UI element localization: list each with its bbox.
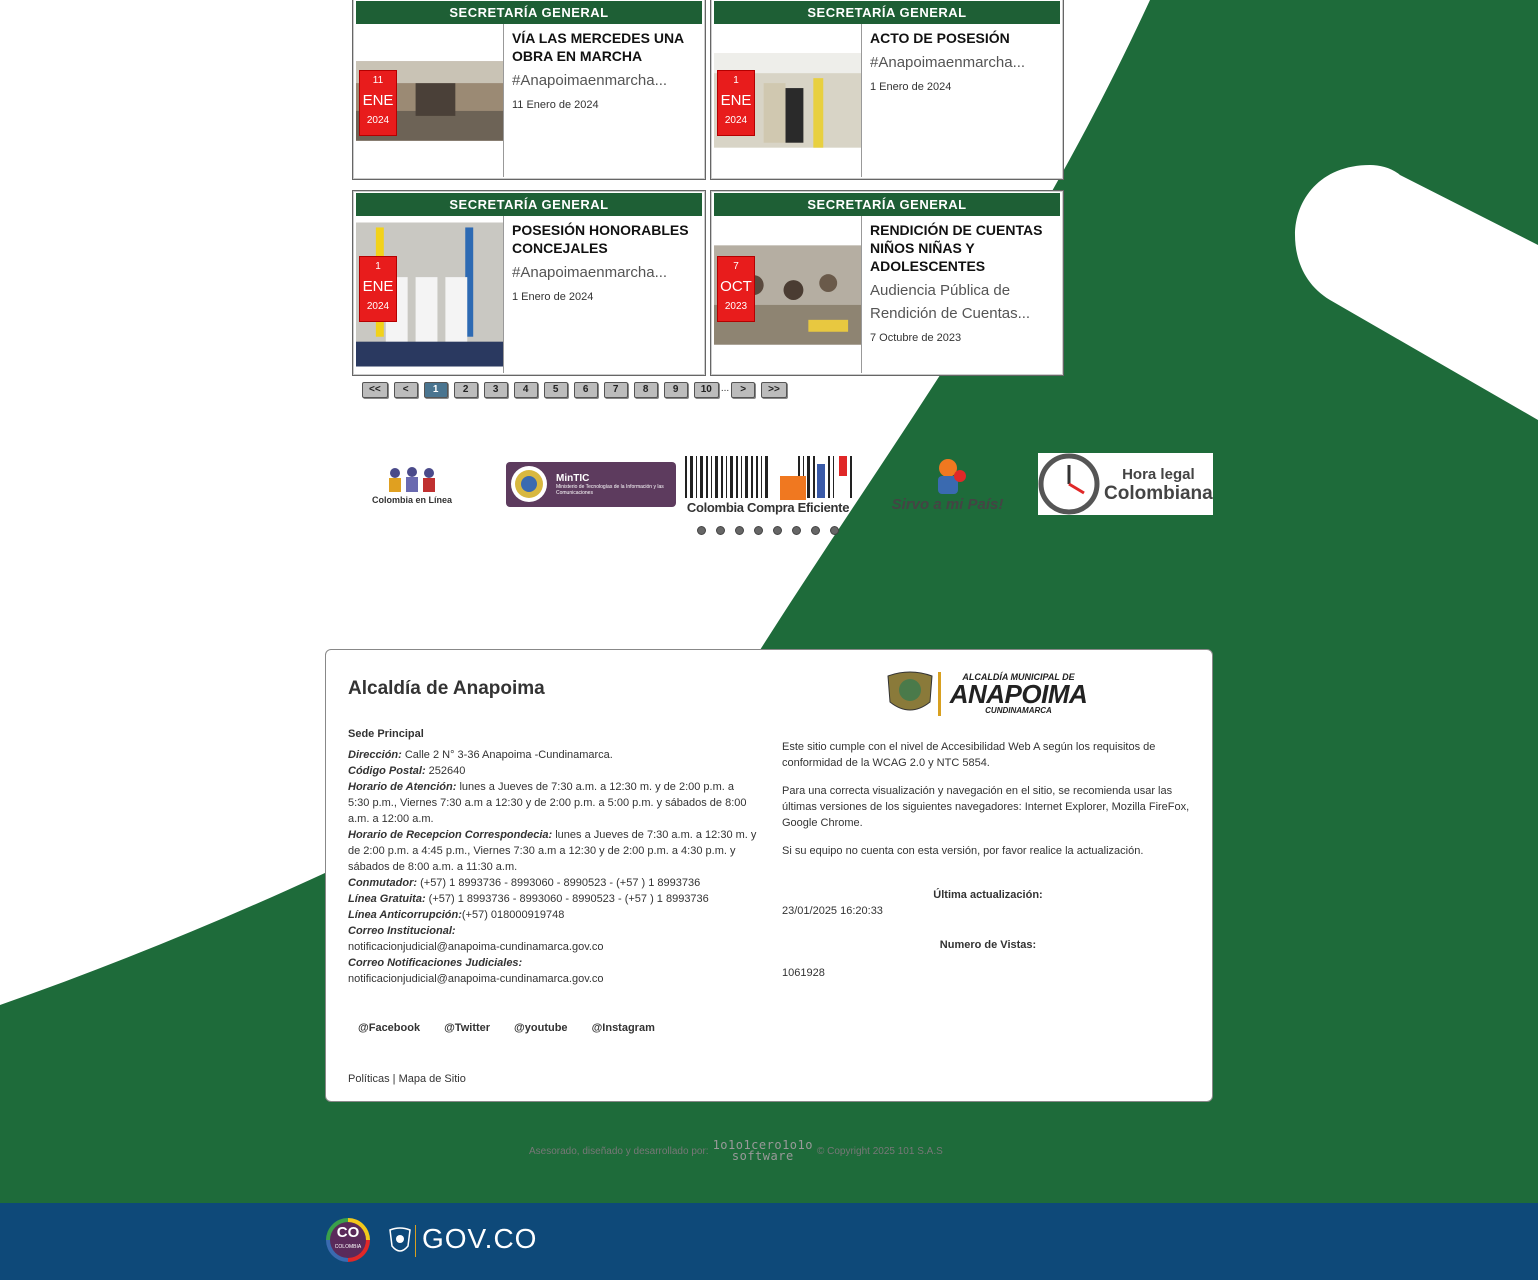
news-date: 7 Octubre de 2023 (870, 332, 962, 344)
colombia-compra-logo[interactable]: Colombia Compra Eficiente (682, 452, 854, 516)
instagram-link[interactable]: @Instagram (592, 1022, 655, 1034)
institutional-email-link[interactable]: notificacionjudicial@anapoima-cundinamar… (348, 939, 758, 955)
news-excerpt: #Anapoimaenmarcha... (870, 54, 1026, 71)
accessibility-note: Este sitio cumple con el nivel de Accesi… (782, 741, 1156, 769)
carousel-dot[interactable] (716, 526, 725, 535)
update-note: Si su equipo no cuenta con esta versión,… (782, 845, 1144, 857)
last-update-label: Última actualización: (933, 889, 1043, 901)
browsers-note: Para una correcta visualización y navega… (782, 785, 1190, 829)
views-value: 1061928 (782, 967, 825, 979)
barcode-icon (685, 455, 852, 500)
policies-link[interactable]: Políticas (348, 1073, 390, 1085)
clock-icon (1038, 453, 1100, 515)
news-image[interactable]: 11 ENE 2024 (356, 24, 504, 177)
contact-info: Sede Principal Dirección: Calle 2 N° 3-3… (348, 728, 758, 987)
person-icon (937, 458, 966, 494)
page-ellipsis: ... (720, 383, 730, 394)
page-button[interactable]: 1 (423, 382, 448, 398)
news-title[interactable]: VÍA LAS MERCEDES UNA OBRA EN MARCHA (512, 29, 699, 65)
judicial-email-link[interactable]: notificacionjudicial@anapoima-cundinamar… (348, 971, 758, 987)
page-button[interactable]: 3 (483, 382, 508, 398)
sitemap-link[interactable]: Mapa de Sitio (399, 1073, 466, 1085)
twitter-link[interactable]: @Twitter (444, 1022, 490, 1034)
date-badge: 1 ENE 2024 (359, 256, 397, 322)
mintic-logo[interactable]: MinTIC Ministerio de Tecnologías de la I… (506, 462, 676, 507)
news-category: SECRETARÍA GENERAL (356, 1, 702, 24)
facebook-link[interactable]: @Facebook (358, 1022, 420, 1034)
developer-logo[interactable]: 1o1o1cero1o1o software (713, 1139, 813, 1162)
news-card[interactable]: SECRETARÍA GENERAL 7 OCT 2023 RENDICIÓN DE… (710, 190, 1064, 376)
carousel-dot[interactable] (735, 526, 744, 535)
date-badge: 11 ENE 2024 (359, 70, 397, 136)
news-card[interactable]: SECRETARÍA GENERAL 1 ENE 2024 ACTO DE POSE… (710, 0, 1064, 180)
news-image[interactable]: 1 ENE 2024 (714, 24, 862, 177)
sirvo-a-mi-pais-logo[interactable]: Sirvo a mi País! (890, 452, 1005, 516)
news-image[interactable]: 1 ENE 2024 (356, 216, 504, 373)
page-button[interactable]: 7 (603, 382, 628, 398)
carousel-dot[interactable] (811, 526, 820, 535)
national-shield-icon (389, 1227, 411, 1252)
footer-title: Alcaldía de Anapoima (348, 678, 545, 699)
carousel-dot[interactable] (754, 526, 763, 535)
page-first-button[interactable]: << (362, 382, 388, 398)
colombia-en-linea-logo[interactable]: Colombia en Línea (372, 456, 452, 514)
news-card[interactable]: SECRETARÍA GENERAL 11 ENE 2024 VÍA LAS MER… (352, 0, 706, 180)
news-title[interactable]: POSESIÓN HONORABLES CONCEJALES (512, 221, 699, 257)
credit-line: Asesorado, diseñado y desarrollado por: … (529, 1138, 943, 1163)
gov-co-bar: CO COLOMBIA GOV.CO (0, 1203, 1538, 1280)
news-excerpt: Audiencia Pública de Rendición de Cuenta… (870, 282, 1031, 322)
news-category: SECRETARÍA GENERAL (714, 193, 1060, 216)
news-card[interactable]: SECRETARÍA GENERAL 1 ENE 2024 POSESIÓN HON… (352, 190, 706, 376)
page-prev-button[interactable]: < (393, 382, 418, 398)
page-button[interactable]: 9 (663, 382, 688, 398)
footer-links: Políticas | Mapa de Sitio (348, 1073, 466, 1085)
site-info: Este sitio cumple con el nivel de Accesi… (782, 739, 1194, 993)
pagination: << < 1 2 3 4 5 6 7 8 9 10 ... > >> (362, 382, 787, 398)
page-next-button[interactable]: > (731, 382, 756, 398)
sede-heading: Sede Principal (348, 728, 424, 740)
page-button[interactable]: 10 (693, 382, 719, 398)
page-last-button[interactable]: >> (761, 382, 787, 398)
news-category: SECRETARÍA GENERAL (356, 193, 702, 216)
page-button[interactable]: 6 (573, 382, 598, 398)
social-links: @Facebook @Twitter @youtube @Instagram (358, 1022, 655, 1034)
footer-panel: Alcaldía de Anapoima Sede Principal Dire… (325, 649, 1213, 1102)
youtube-link[interactable]: @youtube (514, 1022, 568, 1034)
news-date: 1 Enero de 2024 (512, 291, 594, 303)
hora-legal-logo[interactable]: Hora legal Colombiana (1038, 453, 1213, 515)
date-badge: 1 ENE 2024 (717, 70, 755, 136)
news-title[interactable]: RENDICIÓN DE CUENTAS NIÑOS NIÑAS Y ADOLE… (870, 221, 1057, 275)
carousel-dot[interactable] (792, 526, 801, 535)
last-update-value: 23/01/2025 16:20:33 (782, 905, 883, 917)
page-button[interactable]: 5 (543, 382, 568, 398)
page-button[interactable]: 8 (633, 382, 658, 398)
divider (415, 1225, 416, 1257)
carousel-dots (697, 526, 839, 535)
news-date: 11 Enero de 2024 (512, 99, 599, 111)
colombia-co-logo[interactable]: CO COLOMBIA (326, 1218, 370, 1262)
gov-co-link[interactable]: GOV.CO (422, 1223, 537, 1255)
alcaldia-logo[interactable]: ALCALDÍA MUNICIPAL DE ANAPOIMA CUNDINAMA… (886, 670, 1091, 718)
shield-icon (511, 466, 547, 502)
news-title[interactable]: ACTO DE POSESIÓN (870, 29, 1057, 47)
people-icon (389, 467, 435, 492)
carousel-dot[interactable] (830, 526, 839, 535)
news-image[interactable]: 7 OCT 2023 (714, 216, 862, 373)
news-category: SECRETARÍA GENERAL (714, 1, 1060, 24)
page-button[interactable]: 4 (513, 382, 538, 398)
carousel-dot[interactable] (773, 526, 782, 535)
news-date: 1 Enero de 2024 (870, 81, 952, 93)
views-label: Numero de Vistas: (939, 939, 1037, 951)
page-button[interactable]: 2 (453, 382, 478, 398)
news-excerpt: #Anapoimaenmarcha... (512, 264, 668, 281)
news-excerpt: #Anapoimaenmarcha... (512, 72, 668, 89)
date-badge: 7 OCT 2023 (717, 256, 755, 322)
carousel-dot[interactable] (697, 526, 706, 535)
